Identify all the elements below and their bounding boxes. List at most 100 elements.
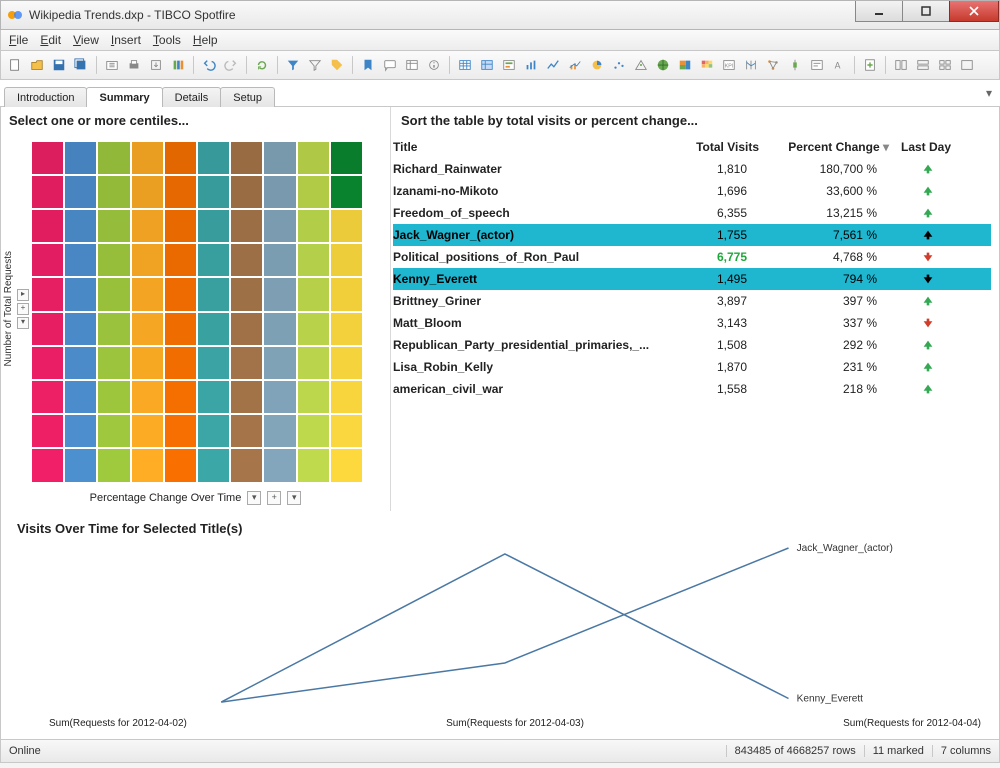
triangle-icon[interactable]: ▾ [17,317,29,329]
linechart-icon[interactable] [543,55,563,75]
triangle-icon[interactable]: ▸ [17,289,29,301]
kpichart-icon[interactable]: KPI [719,55,739,75]
heatmap-cell[interactable] [98,176,129,208]
table-row[interactable]: Political_positions_of_Ron_Paul6,7754,76… [393,246,991,268]
heatmap-cell[interactable] [264,415,295,447]
heatmap-cell[interactable] [298,347,329,379]
heatmap-cell[interactable] [32,142,63,174]
heatmap-cell[interactable] [98,210,129,242]
heatmap-cell[interactable] [32,313,63,345]
heatmap-cell[interactable] [264,142,295,174]
heatmap-cell[interactable] [331,449,362,481]
details-icon[interactable] [424,55,444,75]
heatmap-cell[interactable] [198,176,229,208]
boxplot-icon[interactable] [785,55,805,75]
heatmap-cell[interactable] [98,449,129,481]
heatmap-cell[interactable] [132,176,163,208]
heatmap-cell[interactable] [65,244,96,276]
scatter-icon[interactable] [609,55,629,75]
tabs-overflow-icon[interactable]: ▾ [986,86,992,100]
tab-introduction[interactable]: Introduction [4,87,87,107]
tab-summary[interactable]: Summary [86,87,162,107]
heatmap-cell[interactable] [132,415,163,447]
heatmap-cell[interactable] [331,142,362,174]
heatmap-cell[interactable] [65,210,96,242]
heatmap-cell[interactable] [65,313,96,345]
arrange-grid-icon[interactable] [935,55,955,75]
table-row[interactable]: Jack_Wagner_(actor)1,7557,561 % [393,224,991,246]
menu-file[interactable]: File [9,33,28,47]
heatmap-cell[interactable] [231,278,262,310]
comment-icon[interactable] [380,55,400,75]
menu-help[interactable]: Help [193,33,218,47]
heatmap-cell[interactable] [231,347,262,379]
heatmap-cell[interactable] [231,449,262,481]
bookmark-icon[interactable] [358,55,378,75]
open-icon[interactable] [27,55,47,75]
heatmap-cell[interactable] [198,244,229,276]
heatmap-cell[interactable] [198,278,229,310]
heatmap-cell[interactable] [198,415,229,447]
saveall-icon[interactable] [71,55,91,75]
header-lastday[interactable]: Last Day [893,140,963,154]
heatmap-cell[interactable] [32,278,63,310]
table-row[interactable]: Richard_Rainwater1,810180,700 % [393,158,991,180]
table-viz-icon[interactable] [455,55,475,75]
heatmap-cell[interactable] [331,347,362,379]
heatmap-cell[interactable] [165,449,196,481]
menu-tools[interactable]: Tools [153,33,181,47]
table-row[interactable]: american_civil_war1,558218 % [393,378,991,400]
heatmap-cell[interactable] [264,210,295,242]
arrange-sidebyside-icon[interactable] [891,55,911,75]
maximize-button[interactable] [902,1,950,22]
heatmap-grid[interactable] [32,142,362,482]
table-row[interactable]: Freedom_of_speech6,35513,215 % [393,202,991,224]
heatmap-cell[interactable] [132,347,163,379]
heatmap-cell[interactable] [264,381,295,413]
heatmap-cell[interactable] [132,210,163,242]
heatmap-cell[interactable] [32,176,63,208]
heatmap-cell[interactable] [298,381,329,413]
heatmap-cell[interactable] [198,347,229,379]
heatmap-cell[interactable] [98,142,129,174]
heatmap-cell[interactable] [198,142,229,174]
table-row[interactable]: Lisa_Robin_Kelly1,870231 % [393,356,991,378]
heatmap-cell[interactable] [32,347,63,379]
mapchart-icon[interactable] [653,55,673,75]
heatmap-cell[interactable] [231,176,262,208]
heatmap-cell[interactable] [264,313,295,345]
arrange-stacked-icon[interactable] [913,55,933,75]
heatmap-cell[interactable] [298,176,329,208]
heatmap-cell[interactable] [65,347,96,379]
filter-icon[interactable] [283,55,303,75]
header-pct[interactable]: Percent Change ▾ [763,140,893,154]
heatmap-cell[interactable] [165,176,196,208]
heatmap-cell[interactable] [32,244,63,276]
newpage-icon[interactable] [860,55,880,75]
table-row[interactable]: Republican_Party_presidential_primaries,… [393,334,991,356]
heatmap-yaxis-controls[interactable]: ▸ + ▾ [16,289,30,329]
heatmap-cell[interactable] [32,449,63,481]
tag-icon[interactable] [327,55,347,75]
heatmap-cell[interactable] [132,244,163,276]
heatmap-cell[interactable] [331,210,362,242]
heatmap-cell[interactable] [331,415,362,447]
heatmap-cell[interactable] [264,278,295,310]
heatmap-cell[interactable] [298,415,329,447]
heatmap-cell[interactable] [231,142,262,174]
heatmap-cell[interactable] [132,142,163,174]
filter-clear-icon[interactable] [305,55,325,75]
heatmap-cell[interactable] [298,244,329,276]
heatmap-cell[interactable] [298,278,329,310]
heatmap-icon[interactable] [697,55,717,75]
heatmap-cell[interactable] [98,415,129,447]
triangle-icon[interactable]: ▾ [247,491,261,505]
heatmap-cell[interactable] [98,347,129,379]
heatmap-cell[interactable] [298,313,329,345]
save-icon[interactable] [49,55,69,75]
tab-details[interactable]: Details [162,87,222,107]
heatmap-cell[interactable] [165,210,196,242]
heatmap-cell[interactable] [165,415,196,447]
triangle-icon[interactable]: ▾ [287,491,301,505]
heatmap-cell[interactable] [165,313,196,345]
